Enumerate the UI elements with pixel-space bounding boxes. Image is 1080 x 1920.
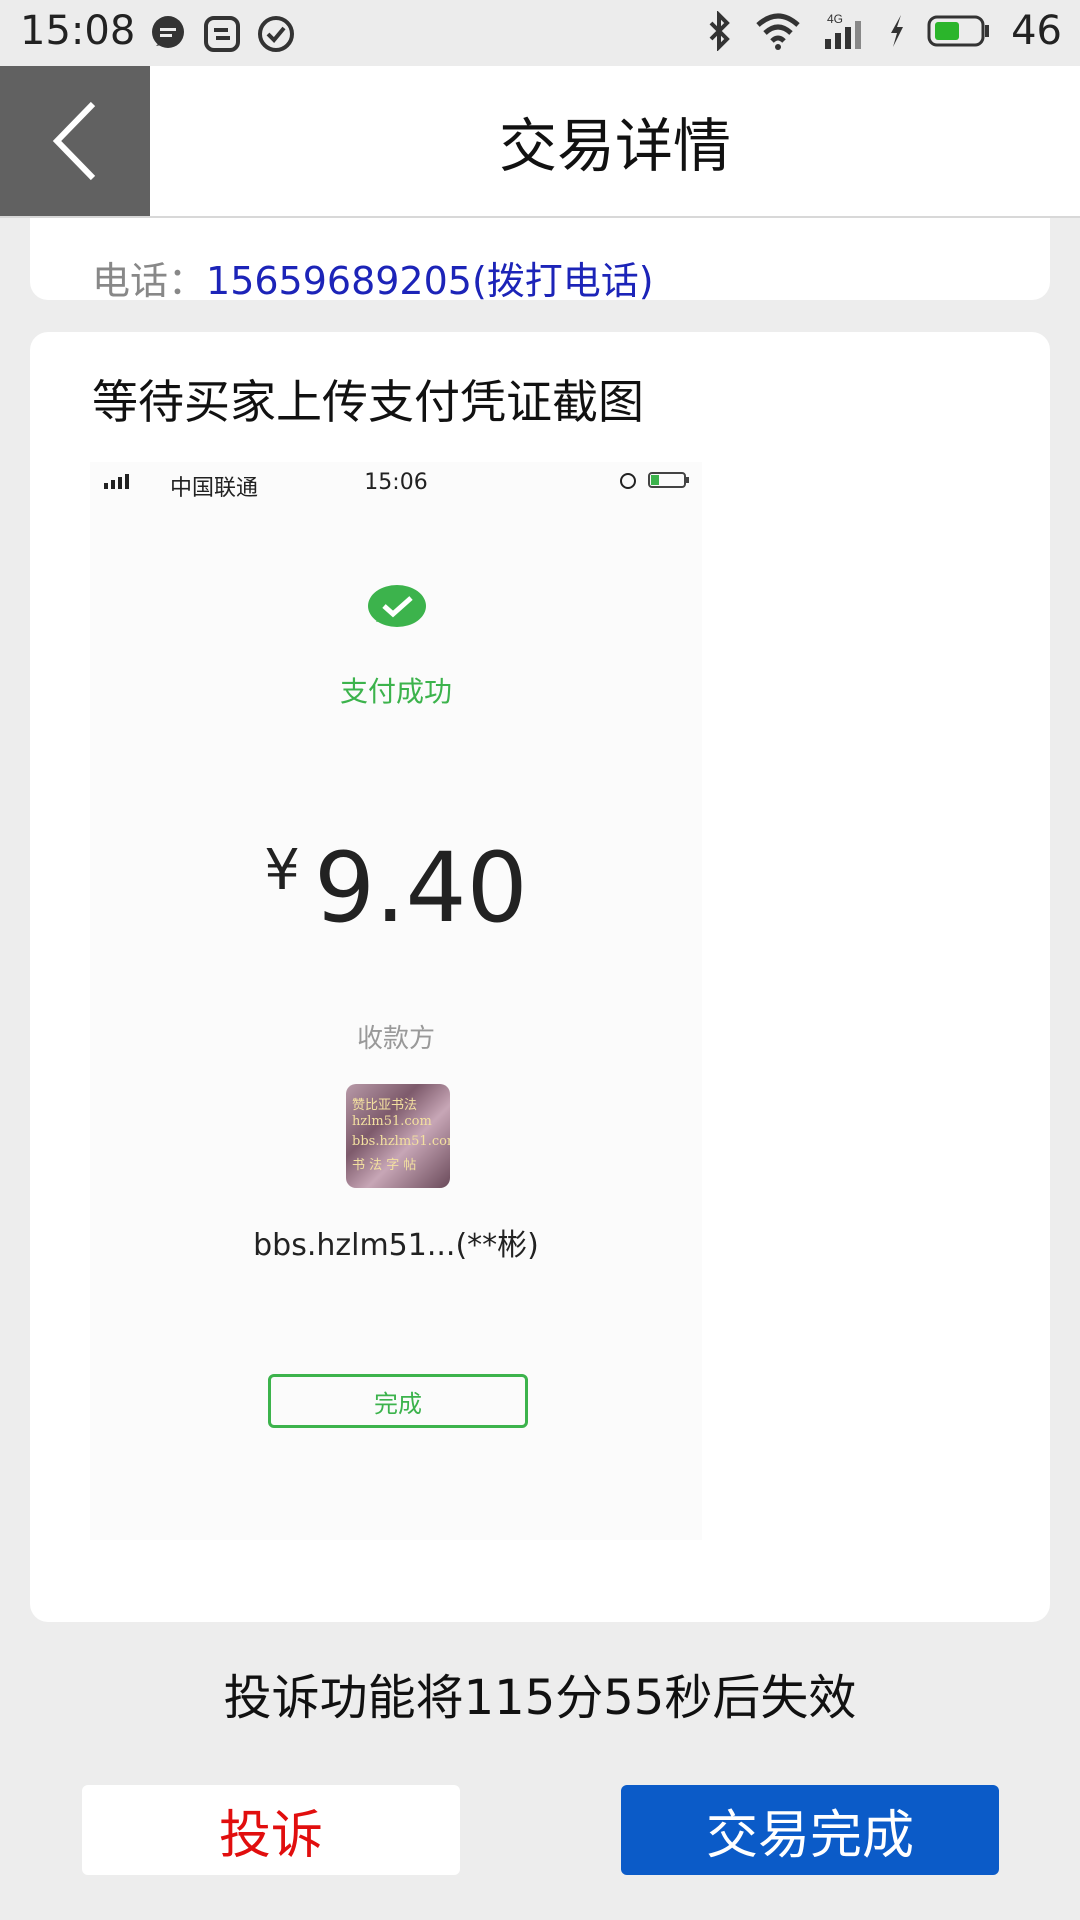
- check-circle-icon: [258, 16, 294, 52]
- payment-success-text: 支付成功: [339, 675, 452, 708]
- complaint-countdown: 投诉功能将115分55秒后失效: [223, 1670, 857, 1726]
- notification-icons: [148, 14, 296, 54]
- sync-icon: [204, 16, 240, 52]
- battery-icon: [648, 472, 689, 488]
- payment-proof-card: 等待买家上传支付凭证截图 中国联通 15:06 支付成功 ¥ 9.40 收款方 …: [30, 332, 1050, 1622]
- payment-amount: ¥9.40: [90, 832, 702, 944]
- page-title: 交易详情: [498, 112, 731, 180]
- payee-avatar: 赞比亚书法 hzlm51.com bbs.hzlm51.com 书 法 字 帖: [346, 1084, 450, 1188]
- wifi-icon: [756, 13, 800, 50]
- status-text: 等待买家上传支付凭证截图: [92, 375, 644, 429]
- cellular-4g-icon: 4G: [825, 12, 862, 49]
- phone-call-link[interactable]: 15659689205(拨打电话): [206, 259, 654, 303]
- app-header: 交易详情: [0, 66, 1080, 218]
- system-icons: 4G 46: [705, 8, 1062, 54]
- screenshot-status-icons: [618, 470, 692, 490]
- battery-level: 46: [1011, 8, 1062, 54]
- svg-text:4G: 4G: [827, 12, 843, 26]
- phone-label: 电话：: [92, 259, 207, 303]
- status-bar: 15:08 4G 46: [0, 0, 1080, 66]
- back-button[interactable]: [0, 66, 150, 216]
- wechat-pay-success-icon: [368, 585, 426, 627]
- battery-icon: [927, 15, 990, 47]
- payment-screenshot[interactable]: 中国联通 15:06 支付成功 ¥9.40 收款方 赞比亚书法 hzlm51.c: [90, 462, 702, 1540]
- screenshot-status-bar: 中国联通 15:06: [90, 462, 702, 502]
- complete-transaction-button[interactable]: 交易完成: [621, 1785, 999, 1875]
- chat-icon: [152, 16, 184, 48]
- phone-row: 电话：15659689205(拨打电话): [92, 250, 654, 305]
- screenshot-done-button: 完成: [268, 1374, 528, 1428]
- amount-value: 9.40: [313, 832, 528, 944]
- screenshot-time: 15:06: [364, 470, 428, 495]
- complain-button[interactable]: 投诉: [82, 1785, 460, 1875]
- payee-name: bbs.hzlm51...(**彬): [253, 1228, 539, 1263]
- bluetooth-icon: [709, 11, 730, 51]
- chevron-left-icon: [52, 101, 96, 181]
- charging-icon: [891, 15, 904, 47]
- status-time: 15:08: [20, 8, 136, 54]
- payee-label: 收款方: [356, 1024, 435, 1054]
- currency-symbol: ¥: [264, 838, 300, 903]
- alarm-icon: [620, 473, 636, 489]
- contact-card: 电话：15659689205(拨打电话): [30, 218, 1050, 303]
